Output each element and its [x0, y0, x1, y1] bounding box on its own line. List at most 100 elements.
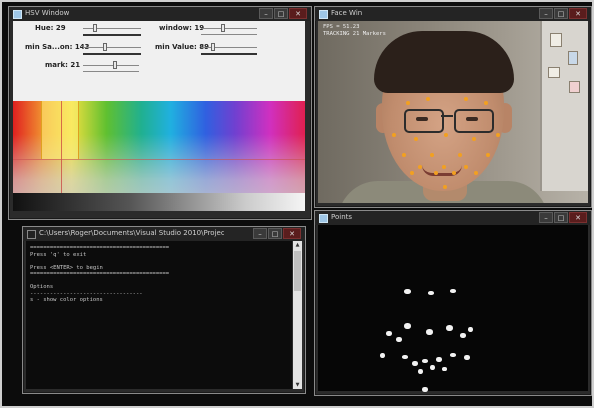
min-saturation-trackbar[interactable]: min Sa...on: 143 [25, 43, 145, 55]
trackbar-thumb[interactable] [211, 43, 215, 51]
webcam-feed: FPS = 51.23 TRACKING 21 Markers [318, 21, 588, 203]
marker-point [418, 369, 423, 374]
tracking-marker [444, 133, 448, 137]
marker-point [450, 289, 456, 293]
tracking-marker [434, 171, 438, 175]
glasses-bridge [441, 115, 453, 117]
vertical-scrollbar[interactable]: ▲ ▼ [293, 241, 302, 389]
hue-selection-band [41, 101, 79, 159]
pinned-note [569, 81, 580, 93]
eye [466, 117, 478, 121]
tracking-marker [418, 165, 422, 169]
maximize-button[interactable]: □ [554, 8, 568, 19]
marker-point [422, 387, 428, 392]
trackbar-label: min Sa...on: 143 [25, 43, 90, 51]
trackbar-thumb[interactable] [93, 24, 97, 32]
desktop: HSV Window – □ ✕ Hue: 29 window: 19 min [2, 2, 592, 406]
maximize-button[interactable]: □ [274, 8, 288, 19]
marker-point [404, 323, 411, 329]
marker-point [468, 327, 473, 332]
window-title: C:\Users\Roger\Documents\Visual Studio 2… [39, 229, 224, 237]
marker-point [460, 333, 466, 338]
scroll-down-arrow-icon[interactable]: ▼ [293, 381, 302, 389]
marker-point [446, 325, 453, 331]
camera-window-titlebar[interactable]: Face Win – □ ✕ [315, 7, 591, 21]
minimize-button[interactable]: – [253, 228, 267, 239]
trackbar-thumb[interactable] [221, 24, 225, 32]
tracking-marker [458, 153, 462, 157]
value-gradient-bar [13, 193, 305, 211]
console-line: s - show color options [30, 297, 103, 303]
eye [416, 117, 428, 121]
marker-point [380, 353, 385, 358]
marker-point [422, 359, 428, 363]
maximize-button[interactable]: □ [268, 228, 282, 239]
close-button[interactable]: ✕ [569, 8, 587, 19]
tracking-marker [452, 171, 456, 175]
trackbar-thumb[interactable] [113, 61, 117, 69]
console-output[interactable]: ========================================… [26, 241, 292, 389]
trackbar-panel: Hue: 29 window: 19 min Sa...on: 143 min … [13, 21, 305, 101]
close-button[interactable]: ✕ [283, 228, 301, 239]
tracking-marker [484, 101, 488, 105]
trackbar-label: window: 19 [159, 24, 205, 32]
glasses-lens [404, 109, 444, 133]
points-window: Points – □ ✕ [314, 210, 592, 396]
maximize-button[interactable]: □ [554, 212, 568, 223]
minimize-button[interactable]: – [539, 8, 553, 19]
trackbar-label: Hue: 29 [35, 24, 66, 32]
hue-crosshair-vertical [61, 101, 62, 193]
marker-points-canvas [318, 225, 588, 392]
camera-window: Face Win – □ ✕ FPS = 51.23 TRACKING 21 M… [314, 6, 592, 208]
tracking-marker [430, 153, 434, 157]
hsv-window-titlebar[interactable]: HSV Window – □ ✕ [9, 7, 311, 21]
scrollbar-thumb[interactable] [294, 251, 301, 291]
tracking-marker [474, 171, 478, 175]
tracking-marker [406, 101, 410, 105]
hsv-color-spectrum[interactable] [13, 101, 305, 211]
app-icon [319, 214, 328, 223]
tracking-marker [443, 185, 447, 189]
mark-trackbar[interactable]: mark: 21 [45, 61, 165, 72]
minimize-button[interactable]: – [259, 8, 273, 19]
window-trackbar[interactable]: window: 19 [159, 24, 279, 35]
points-window-titlebar[interactable]: Points – □ ✕ [315, 211, 591, 225]
marker-point [402, 355, 408, 359]
pinned-note [568, 51, 578, 65]
window-title: Face Win [331, 9, 363, 17]
hair [374, 31, 514, 93]
app-icon [13, 10, 22, 19]
trackbar-thumb[interactable] [103, 43, 107, 51]
marker-point [450, 353, 456, 357]
marker-point [426, 329, 433, 335]
close-button[interactable]: ✕ [289, 8, 307, 19]
glasses-lens [454, 109, 494, 133]
tracking-marker [472, 137, 476, 141]
window-title: Points [331, 213, 353, 221]
tracking-marker [464, 97, 468, 101]
console-window-titlebar[interactable]: C:\Users\Roger\Documents\Visual Studio 2… [23, 227, 305, 241]
marker-point [412, 361, 418, 366]
hue-trackbar[interactable]: Hue: 29 [35, 24, 145, 36]
marker-point [442, 367, 447, 371]
tracking-marker [464, 165, 468, 169]
close-button[interactable]: ✕ [569, 212, 587, 223]
tracking-marker [426, 97, 430, 101]
min-value-trackbar[interactable]: min Value: 89 [155, 43, 275, 55]
tracking-marker [392, 133, 396, 137]
marker-point [428, 291, 434, 295]
tracking-marker [496, 133, 500, 137]
trackbar-label: mark: 21 [45, 61, 81, 69]
tracking-marker [402, 153, 406, 157]
tracking-marker [414, 137, 418, 141]
scroll-up-arrow-icon[interactable]: ▲ [293, 241, 302, 249]
tracking-marker [410, 171, 414, 175]
marker-point [436, 357, 442, 362]
marker-point [464, 355, 470, 360]
marker-point [396, 337, 402, 342]
marker-point [430, 365, 435, 370]
background-board [540, 21, 588, 191]
minimize-button[interactable]: – [539, 212, 553, 223]
console-window: C:\Users\Roger\Documents\Visual Studio 2… [22, 226, 306, 394]
overlay-text: FPS = 51.23 TRACKING 21 Markers [323, 24, 386, 38]
